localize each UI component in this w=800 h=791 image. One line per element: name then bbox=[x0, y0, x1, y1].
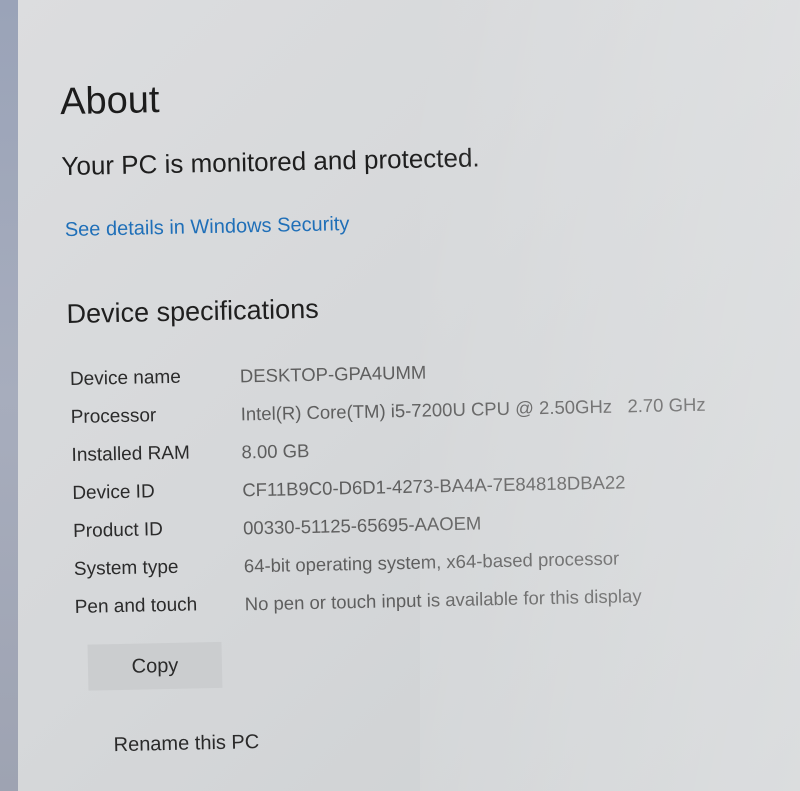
windows-security-link[interactable]: See details in Windows Security bbox=[65, 213, 350, 242]
spec-value: DESKTOP-GPA4UMM bbox=[239, 361, 427, 387]
spec-label: Device ID bbox=[72, 481, 155, 504]
spec-value: 00330-51125-65695-AAOEM bbox=[242, 512, 482, 539]
spec-label: Device name bbox=[69, 366, 182, 390]
protection-status: Your PC is monitored and protected. bbox=[61, 142, 480, 182]
spec-value: 8.00 GB bbox=[241, 439, 310, 463]
rename-pc-button[interactable]: Rename this PC bbox=[113, 731, 259, 757]
about-page: About Your PC is monitored and protected… bbox=[18, 0, 800, 791]
spec-value: Intel(R) Core(TM) i5-7200U CPU @ 2.50GHz… bbox=[240, 393, 706, 425]
spec-label: Pen and touch bbox=[74, 594, 198, 618]
spec-value: 64-bit operating system, x64-based proce… bbox=[243, 547, 620, 577]
device-specs-heading: Device specifications bbox=[66, 293, 319, 330]
window-edge bbox=[0, 0, 18, 791]
spec-label: Installed RAM bbox=[71, 442, 191, 466]
spec-label: Processor bbox=[70, 405, 157, 428]
page-title: About bbox=[59, 79, 160, 124]
spec-label: System type bbox=[73, 556, 179, 580]
copy-button[interactable]: Copy bbox=[87, 641, 223, 691]
spec-value: No pen or touch input is available for t… bbox=[244, 585, 642, 615]
device-specs-list: Device name DESKTOP-GPA4UMM Processor In… bbox=[70, 346, 775, 627]
spec-label: Product ID bbox=[72, 519, 164, 542]
spec-value: CF11B9C0-D6D1-4273-BA4A-7E84818DBA22 bbox=[242, 471, 626, 501]
